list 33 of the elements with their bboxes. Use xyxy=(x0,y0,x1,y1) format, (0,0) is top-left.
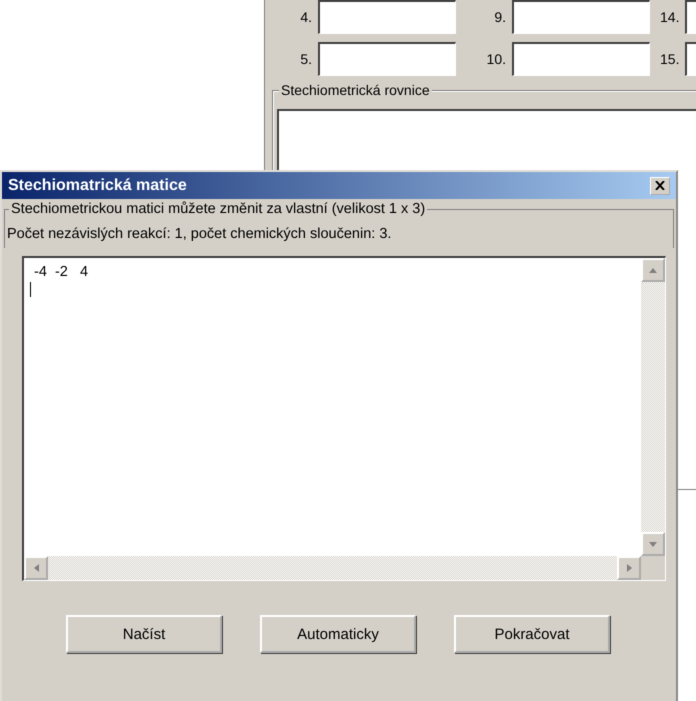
field-label: 9. xyxy=(493,9,506,25)
horizontal-scrollbar[interactable] xyxy=(24,556,641,580)
text-cursor-icon xyxy=(30,282,31,297)
left-arrow-icon xyxy=(34,564,38,572)
scroll-down-button[interactable] xyxy=(641,532,665,556)
dialog-button[interactable]: Načíst xyxy=(66,615,222,653)
scroll-left-button[interactable] xyxy=(24,556,48,580)
down-arrow-icon xyxy=(649,542,657,546)
up-arrow-icon xyxy=(649,268,657,272)
dialog-button[interactable]: Pokračovat xyxy=(454,615,610,653)
group-title: Stechiometrickou matici můžete změnit za vlastní (velikost 1 x 3) xyxy=(9,201,428,217)
input-field[interactable] xyxy=(512,0,650,34)
scroll-right-button[interactable] xyxy=(617,556,641,580)
input-field[interactable] xyxy=(318,42,456,76)
matrix-text: -4 -2 4 xyxy=(33,264,88,280)
matrix-text-area[interactable]: -4 -2 4 xyxy=(22,256,666,581)
right-arrow-icon xyxy=(626,564,632,572)
vertical-scrollbar[interactable] xyxy=(641,258,665,556)
group-title: Stechiometrická rovnice xyxy=(279,82,432,98)
close-icon xyxy=(655,181,665,190)
field-label: 14. xyxy=(660,9,680,25)
field-label: 4. xyxy=(299,9,312,25)
dialog-button[interactable]: Automaticky xyxy=(260,615,416,653)
input-field[interactable] xyxy=(512,42,650,76)
info-text: Počet nezávislých reakcí: 1, počet chemických sloučenin: 3. xyxy=(6,226,392,242)
window-title: Stechiomatrická matice xyxy=(8,176,187,194)
field-label: 15. xyxy=(660,51,680,67)
field-label: 5. xyxy=(299,51,312,67)
scrollbar-corner xyxy=(641,556,665,580)
scroll-up-button[interactable] xyxy=(641,258,665,282)
close-button[interactable] xyxy=(650,176,670,194)
field-label: 10. xyxy=(486,51,506,67)
input-field[interactable] xyxy=(318,0,456,34)
